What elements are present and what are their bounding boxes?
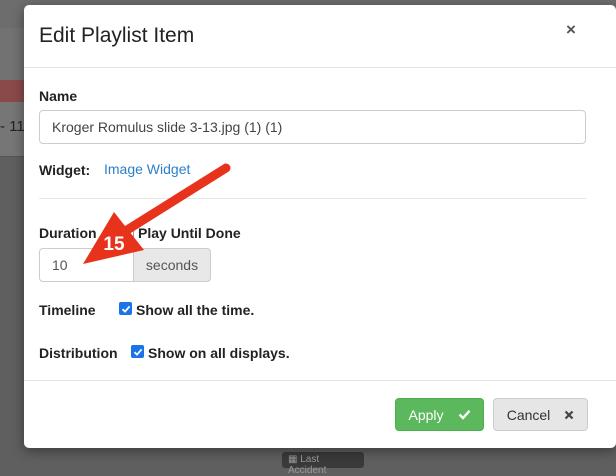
name-label: Name [39,88,78,104]
checkmark-icon [121,305,130,313]
divider [39,198,586,199]
modal-header: Edit Playlist Item × [24,5,616,68]
timeline-check-label: Show all the time. [136,302,255,318]
checkmark-icon [133,348,142,356]
play-until-done-label: Play Until Done [138,225,241,241]
widget-label: Widget: [39,162,91,178]
cancel-button[interactable]: Cancel [493,398,588,431]
footer-divider [24,380,616,381]
apply-label: Apply [408,406,444,423]
close-icon[interactable]: × [566,20,576,40]
background-chip: ▦ Last Accident [282,452,364,476]
background-text: - 11 [0,118,25,135]
play-until-done-checkbox[interactable] [121,226,134,239]
modal-title: Edit Playlist Item [39,24,195,47]
timeline-label: Timeline [39,302,96,318]
cancel-label: Cancel [506,406,551,423]
name-input[interactable] [39,110,586,144]
check-icon [458,409,470,420]
grid-icon: ▦ [288,454,298,465]
duration-label: Duration [39,225,97,241]
duration-unit-addon: seconds [133,248,211,282]
distribution-checkbox[interactable] [131,345,144,358]
edit-playlist-item-modal: Edit Playlist Item × Name Widget: Image … [24,5,616,448]
timeline-checkbox[interactable] [119,302,132,315]
distribution-label: Distribution [39,345,118,361]
distribution-check-label: Show on all displays. [148,345,290,361]
apply-button[interactable]: Apply [395,398,484,431]
duration-input[interactable] [39,248,133,282]
close-icon [565,410,574,419]
widget-link[interactable]: Image Widget [104,161,190,177]
